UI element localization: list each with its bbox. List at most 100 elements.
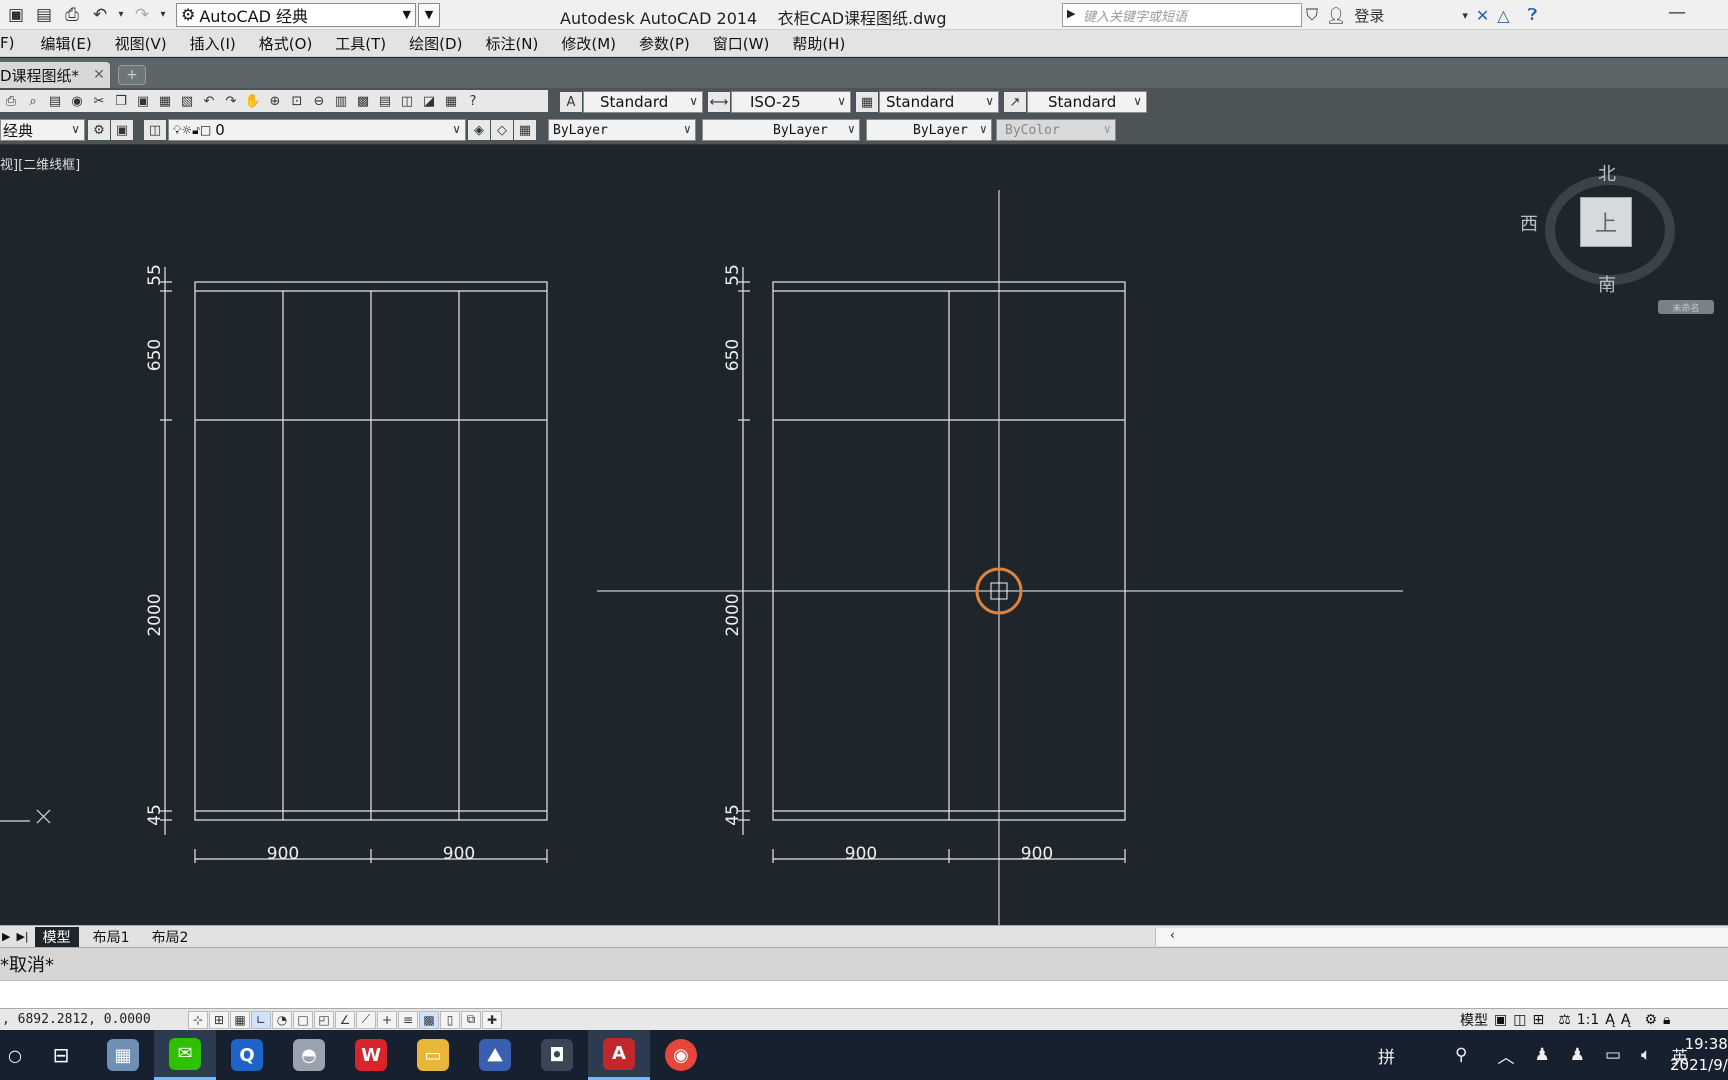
- undo-dropdown-icon[interactable]: ▾: [114, 2, 128, 28]
- make-current-icon[interactable]: ◈: [468, 120, 490, 140]
- viewport-icon[interactable]: ⊞: [1532, 1012, 1544, 1028]
- cut-icon[interactable]: ✂: [88, 91, 110, 111]
- otrack-icon[interactable]: ∠: [335, 1010, 355, 1029]
- match-properties-icon[interactable]: ▦: [154, 91, 176, 111]
- expand-arrow-icon[interactable]: ▶: [1067, 7, 1075, 20]
- ucs-menu[interactable]: 未命名: [1658, 300, 1714, 314]
- a360-icon[interactable]: △: [1497, 6, 1509, 25]
- 3d-osnap-icon[interactable]: ◰: [314, 1010, 334, 1029]
- chrome-app-icon[interactable]: ◉: [650, 1030, 712, 1080]
- redo-dropdown-icon[interactable]: ▾: [156, 2, 170, 28]
- save-as-icon[interactable]: ▤: [30, 2, 58, 28]
- people-icon[interactable]: ⚲: [1455, 1045, 1467, 1065]
- tab-nav-prev-icon[interactable]: ▶: [2, 930, 10, 943]
- compass-south[interactable]: 南: [1598, 271, 1616, 297]
- qat-customize-button[interactable]: ▼: [418, 2, 440, 27]
- pan-icon[interactable]: ✋: [242, 91, 264, 111]
- volume-icon[interactable]: 🔈︎: [1641, 1045, 1651, 1065]
- zoom-previous-icon[interactable]: ⊖: [308, 91, 330, 111]
- design-center-icon[interactable]: ▩: [352, 91, 374, 111]
- color-select[interactable]: ByLayer ∨: [548, 119, 696, 141]
- clock[interactable]: 19:38 2021/9/: [1670, 1034, 1728, 1076]
- menu-help[interactable]: 帮助(H): [792, 33, 845, 54]
- print-icon[interactable]: ⎙: [58, 2, 86, 28]
- zoom-realtime-icon[interactable]: ⊕: [264, 91, 286, 111]
- tab-layout1[interactable]: 布局1: [85, 927, 138, 947]
- zoom-window-icon[interactable]: ⊡: [286, 91, 308, 111]
- copy-icon[interactable]: ❐: [110, 91, 132, 111]
- tray-app-icon[interactable]: ♟: [1534, 1045, 1549, 1065]
- new-tab-button[interactable]: +: [118, 65, 146, 85]
- menu-edit[interactable]: 编辑(E): [40, 33, 91, 54]
- menu-parametric[interactable]: 参数(P): [639, 33, 690, 54]
- plot-icon[interactable]: ▤: [44, 91, 66, 111]
- ducs-icon[interactable]: ⟋: [356, 1010, 376, 1029]
- document-tab[interactable]: D课程图纸* ✕: [0, 62, 110, 88]
- annotation-visibility-icon[interactable]: Ą: [1605, 1012, 1615, 1028]
- search-icon[interactable]: ○: [0, 1030, 30, 1080]
- file-explorer-app-icon[interactable]: ▭: [402, 1030, 464, 1080]
- text-style-select[interactable]: Standard ∨: [583, 91, 703, 113]
- tab-model[interactable]: 模型: [34, 926, 79, 947]
- menu-window[interactable]: 窗口(W): [713, 33, 770, 54]
- help-icon[interactable]: ?: [462, 91, 484, 111]
- markup-icon[interactable]: ◪: [418, 91, 440, 111]
- osnap-icon[interactable]: □: [293, 1010, 313, 1029]
- viewcube[interactable]: 北 西 南 上 未命名: [1520, 155, 1720, 325]
- workspace-settings-icon[interactable]: ⚙: [88, 120, 110, 140]
- snap-icon[interactable]: ⊞: [209, 1010, 229, 1029]
- login-link[interactable]: 登录: [1354, 5, 1384, 26]
- autocad-app-icon[interactable]: A: [588, 1030, 650, 1080]
- user-icon[interactable]: 👤︎: [1326, 6, 1346, 25]
- menu-tools[interactable]: 工具(T): [335, 33, 386, 54]
- coordinates-readout[interactable]: , 6892.2812, 0.0000: [0, 1012, 188, 1027]
- tray-app-icon[interactable]: ♟: [1570, 1045, 1585, 1065]
- annotation-autoscale-icon[interactable]: Ą: [1621, 1012, 1631, 1028]
- annotation-scale-icon[interactable]: ⚖︎: [1558, 1012, 1571, 1028]
- preview-icon[interactable]: ⌕: [22, 91, 44, 111]
- wechat-app-icon[interactable]: ✉︎: [154, 1030, 216, 1080]
- menu-format[interactable]: 格式(O): [259, 33, 313, 54]
- calculator-app-icon[interactable]: ▦: [92, 1030, 154, 1080]
- command-input[interactable]: [0, 980, 1728, 1008]
- help-icon[interactable]: ❓︎: [1528, 5, 1538, 25]
- browser-app-icon[interactable]: Q: [216, 1030, 278, 1080]
- minimize-button[interactable]: —: [1668, 2, 1686, 23]
- show-hidden-icons[interactable]: ︿: [1497, 1043, 1514, 1068]
- ortho-icon[interactable]: ∟: [251, 1010, 271, 1029]
- layer-previous-icon[interactable]: ◇: [491, 120, 513, 140]
- mleader-style-select[interactable]: Standard ∨: [1027, 91, 1147, 113]
- selection-cycling-icon[interactable]: ⧉: [461, 1010, 481, 1029]
- tool-palettes-icon[interactable]: ▤: [374, 91, 396, 111]
- paste-icon[interactable]: ▣: [132, 91, 154, 111]
- block-editor-icon[interactable]: ▧: [176, 91, 198, 111]
- workspace-toolbar-select[interactable]: 经典 ∨: [0, 119, 85, 141]
- publish-icon[interactable]: ⎙: [0, 91, 22, 111]
- lineweight-select[interactable]: ByLayer ∨: [866, 119, 992, 141]
- disk-app-icon[interactable]: ◓: [278, 1030, 340, 1080]
- grid-icon[interactable]: ▦: [230, 1010, 250, 1029]
- toolbar-lock-icon[interactable]: 🔒︎: [1663, 1012, 1670, 1028]
- menu-file[interactable]: F): [0, 34, 14, 52]
- annotation-monitor-icon[interactable]: ✚: [482, 1010, 502, 1029]
- table-style-select[interactable]: Standard ∨: [879, 91, 999, 113]
- lineweight-icon[interactable]: ≡: [398, 1010, 418, 1029]
- menu-insert[interactable]: 插入(I): [190, 33, 236, 54]
- wps-app-icon[interactable]: W: [340, 1030, 402, 1080]
- undo-icon[interactable]: ↶: [86, 2, 114, 28]
- dim-style-select[interactable]: ISO-25 ∨: [731, 91, 851, 113]
- menu-modify[interactable]: 修改(M): [561, 33, 616, 54]
- photos-app-icon[interactable]: ⛰: [464, 1030, 526, 1080]
- workspace-save-icon[interactable]: ▣: [111, 120, 133, 140]
- tab-layout2[interactable]: 布局2: [144, 927, 197, 947]
- properties-icon[interactable]: ▥: [330, 91, 352, 111]
- battery-icon[interactable]: ▭: [1605, 1045, 1621, 1065]
- infer-constraints-icon[interactable]: ⊹: [188, 1010, 208, 1029]
- layer-properties-icon[interactable]: ◫: [144, 120, 166, 140]
- login-dropdown-icon[interactable]: ▾: [1462, 9, 1468, 22]
- layout-icon[interactable]: ◫: [1513, 1012, 1526, 1028]
- layout-icon[interactable]: ▣: [1494, 1012, 1507, 1028]
- undo-icon[interactable]: ↶: [198, 91, 220, 111]
- annotation-scale-value[interactable]: 1:1: [1577, 1012, 1600, 1028]
- viewcube-top-face[interactable]: 上: [1580, 197, 1632, 247]
